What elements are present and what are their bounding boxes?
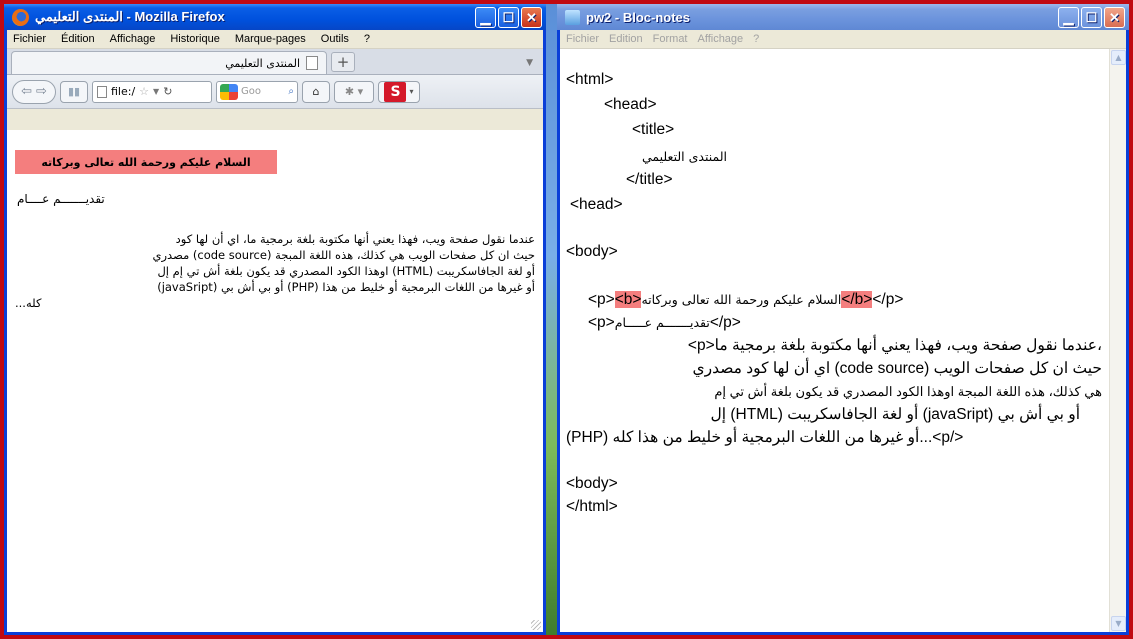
maximize-button[interactable]: ☐ [1081, 6, 1102, 28]
code-line: <title> [632, 121, 675, 138]
code-line-p1: <p><b>السلام عليكم ورحمة الله تعالى وبرك… [588, 289, 903, 311]
page-icon [306, 56, 318, 70]
new-tab-button[interactable]: + [331, 52, 355, 72]
paragraph-line: حيث ان كل صفحات الويب هي كذلك، هذه اللغة… [152, 248, 536, 262]
code-line: <head> [570, 196, 623, 213]
search-icon[interactable]: ⌕ [288, 86, 294, 97]
chevron-down-icon[interactable]: ▼ [526, 58, 533, 68]
code-line: <html> [566, 71, 614, 88]
notepad-menubar: Fichier Edition Format Affichage ? [560, 30, 1126, 49]
addon-button[interactable]: ✱ ▾ [334, 80, 374, 103]
code-line: <head> [604, 96, 657, 113]
tab-current[interactable]: المنتدى التعليمي [11, 51, 327, 74]
firefox-window: المنتدى التعليمي - Mozilla Firefox ▁ ☐ ✕… [4, 4, 546, 635]
resize-grip[interactable] [531, 620, 541, 630]
code-line: </html> [566, 498, 618, 515]
code-line: </p>...أو غيرها من اللغات البرمجية أو خل… [566, 429, 964, 446]
page-content: السلام عليكم ورحمة الله تعالى وبركاته تق… [7, 130, 543, 632]
p-close-tag: </p> [872, 291, 904, 308]
firefox-titlebar[interactable]: المنتدى التعليمي - Mozilla Firefox ▁ ☐ ✕ [4, 4, 546, 30]
paragraph-line: ...كله [15, 296, 42, 310]
code-line-p2: <p>تقديـــــــم عـــــام</p> [588, 312, 741, 334]
menu-edition[interactable]: Édition [61, 33, 95, 45]
menu-affichage[interactable]: Affichage [110, 33, 156, 45]
back-forward-button[interactable]: ⇦ ⇨ [12, 79, 56, 104]
firefox-icon [12, 8, 29, 26]
window-title: pw2 - Bloc-notes [586, 9, 691, 25]
menu-fichier[interactable]: Fichier [566, 33, 599, 45]
code-line: هي كذلك، هذه اللغة المبجة اوهذا الكود ال… [714, 384, 1102, 399]
minimize-button[interactable]: ▁ [1058, 6, 1079, 28]
paragraph-line: أو لغة الجافاسكريبت (HTML) اوهذا الكود ا… [157, 264, 535, 278]
menu-help[interactable]: ? [753, 33, 759, 45]
menu-historique[interactable]: Historique [170, 33, 220, 45]
url-text: file:/ [111, 85, 136, 98]
code-line: المنتدى التعليمي [642, 149, 728, 164]
close-button[interactable]: ✕ [521, 6, 542, 28]
dropdown-icon[interactable]: ▼ [153, 87, 159, 96]
code-line: حيث ان كل صفحات الويب (code source) اي أ… [692, 360, 1102, 377]
text-editor-area[interactable]: <html> <head> <title> المنتدى التعليمي <… [560, 49, 1126, 632]
back-arrow-icon: ⇦ [21, 84, 32, 99]
tab-label: المنتدى التعليمي [225, 56, 300, 70]
scroll-up-icon[interactable]: ▲ [1111, 50, 1126, 65]
menu-help[interactable]: ? [364, 33, 370, 45]
window-title: المنتدى التعليمي - Mozilla Firefox [35, 9, 225, 24]
menu-affichage[interactable]: Affichage [698, 33, 744, 45]
code-line: ،عندما نقول صفحة ويب، فهذا يعني أنها مكت… [687, 337, 1102, 354]
scroll-down-icon[interactable]: ▼ [1111, 616, 1126, 631]
star-icon[interactable]: ☆ [139, 85, 149, 98]
greeting-banner: السلام عليكم ورحمة الله تعالى وبركاته [15, 150, 277, 174]
highlighted-b-tag: <b> [614, 291, 642, 308]
notepad-window: pw2 - Bloc-notes ▁ ☐ ✕ Fichier Edition F… [557, 4, 1129, 635]
notepad-titlebar[interactable]: pw2 - Bloc-notes ▁ ☐ ✕ [557, 4, 1129, 30]
stats-icon[interactable]: ▮▮ [60, 80, 88, 103]
notepad-icon [565, 9, 580, 25]
extension-s-button[interactable]: S ▾ [378, 80, 420, 103]
firefox-menubar: Fichier Édition Affichage Historique Mar… [7, 30, 543, 49]
code-line: <body> [566, 475, 618, 492]
navigation-toolbar: ⇦ ⇨ ▮▮ file:/ ☆ ▼ ↻ Goo ⌕ ⌂ ✱ ▾ S ▾ [7, 75, 543, 109]
menu-edition[interactable]: Edition [609, 33, 643, 45]
greeting-text: السلام عليكم ورحمة الله تعالى وبركاته [641, 292, 842, 307]
code-line: <body> [566, 243, 618, 260]
reload-icon[interactable]: ↻ [163, 85, 172, 98]
p-tag: <p> [588, 291, 615, 308]
s-extension-icon: S [384, 81, 407, 102]
vertical-scrollbar[interactable]: ▲ ▼ [1109, 49, 1126, 632]
intro-text: تقديـــــــم عـــــام [614, 315, 710, 330]
body-paragraph: عندما نقول صفحة ويب، فهذا يعني أنها مكتو… [15, 231, 535, 311]
p-close-tag: </p> [709, 314, 741, 331]
menu-marque-pages[interactable]: Marque-pages [235, 33, 306, 45]
menu-fichier[interactable]: Fichier [13, 33, 46, 45]
menu-outils[interactable]: Outils [321, 33, 349, 45]
highlighted-b-close-tag: </b> [841, 291, 873, 308]
code-line: </title> [626, 171, 673, 188]
search-box[interactable]: Goo ⌕ [216, 80, 298, 103]
forward-arrow-icon: ⇨ [36, 84, 47, 99]
menu-format[interactable]: Format [653, 33, 688, 45]
tab-strip: المنتدى التعليمي + ▼ [7, 49, 543, 75]
close-button[interactable]: ✕ [1104, 6, 1125, 28]
search-placeholder: Goo [241, 86, 261, 97]
google-icon [220, 83, 238, 100]
maximize-button[interactable]: ☐ [498, 6, 519, 28]
url-bar[interactable]: file:/ ☆ ▼ ↻ [92, 80, 212, 103]
paragraph-line: عندما نقول صفحة ويب، فهذا يعني أنها مكتو… [175, 232, 535, 246]
p-tag: <p> [588, 314, 615, 331]
minimize-button[interactable]: ▁ [475, 6, 496, 28]
code-line: أو بي أش بي (javaSript) أو لغة الجافاسكر… [710, 406, 1081, 423]
home-button[interactable]: ⌂ [302, 80, 330, 103]
page-icon [97, 85, 107, 98]
paragraph-line: أو غيرها من اللغات البرمجية أو خليط من ه… [157, 280, 535, 294]
intro-heading: تقديـــــــم عــــام [17, 192, 105, 206]
